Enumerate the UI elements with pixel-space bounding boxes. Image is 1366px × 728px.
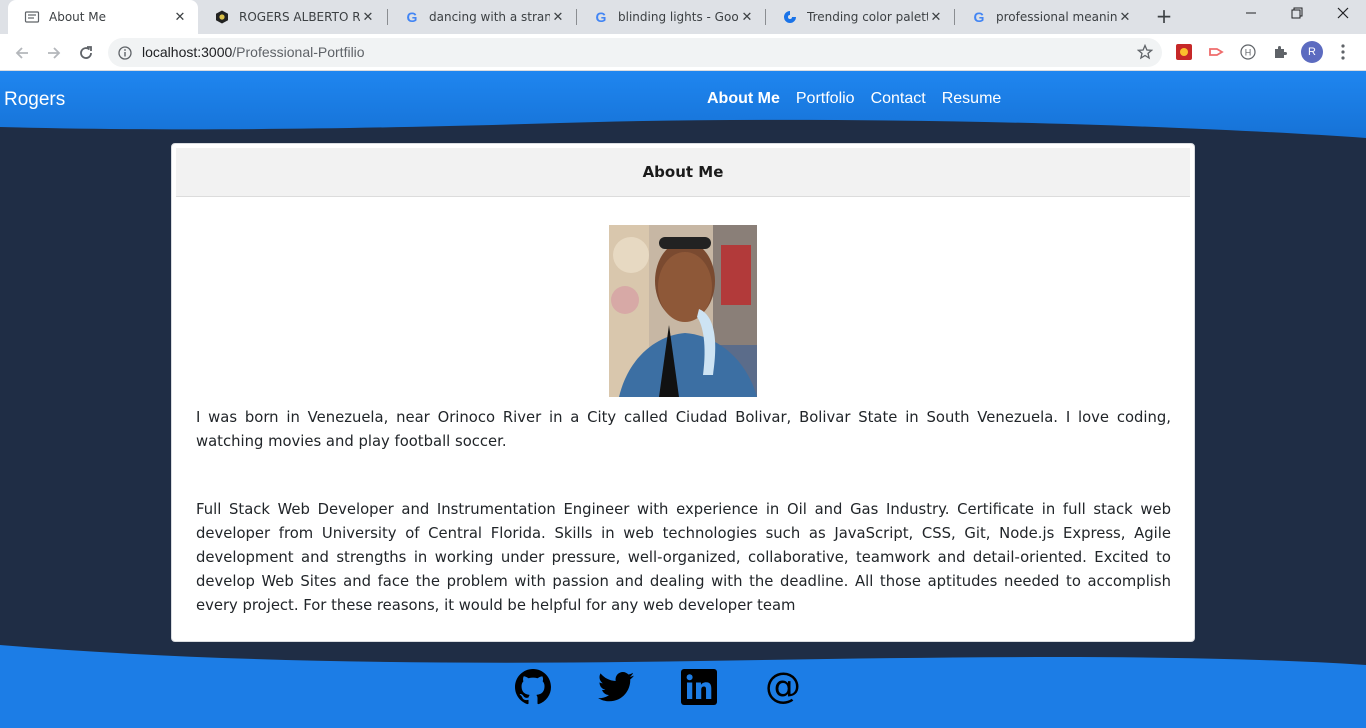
palette-icon [782, 9, 798, 25]
nav-resume[interactable]: Resume [942, 90, 1002, 108]
close-tab-icon[interactable]: ✕ [550, 10, 566, 25]
close-tab-icon[interactable]: ✕ [1117, 10, 1133, 25]
tab-dancing[interactable]: G dancing with a stranger ✕ [388, 0, 576, 34]
header-wave-background [0, 71, 1366, 138]
puzzle-extensions-icon[interactable] [1271, 43, 1289, 61]
tab-title: professional meaning - [996, 10, 1117, 24]
google-icon: G [971, 9, 987, 25]
tab-blinding-lights[interactable]: G blinding lights - Google ✕ [577, 0, 765, 34]
linkedin-icon[interactable] [679, 667, 719, 707]
close-tab-icon[interactable]: ✕ [172, 10, 188, 25]
at-email-icon[interactable]: @ [763, 667, 803, 707]
menu-kebab-icon[interactable] [1336, 42, 1350, 62]
tab-professional-meaning[interactable]: G professional meaning - ✕ [955, 0, 1143, 34]
bookmark-star-icon[interactable] [1136, 43, 1154, 64]
extension-h-icon[interactable]: H [1239, 43, 1257, 61]
restore-button[interactable] [1274, 0, 1320, 32]
svg-text:G: G [974, 9, 985, 25]
reload-icon [80, 46, 92, 59]
tab-title: About Me [49, 10, 107, 24]
tab-color-palettes[interactable]: Trending color palettes ✕ [766, 0, 954, 34]
profile-photo [609, 225, 757, 397]
url-path: /Professional-Portfilio [232, 44, 365, 60]
url-host: localhost:3000 [142, 44, 233, 60]
extension-arrow-icon[interactable] [1207, 43, 1225, 61]
nav-about-me[interactable]: About Me [707, 90, 780, 108]
svg-text:G: G [596, 9, 607, 25]
tab-title: ROGERS ALBERTO RAM [239, 10, 360, 24]
arrow-left-icon [15, 47, 28, 59]
minimize-button[interactable] [1228, 0, 1274, 32]
tab-about-me[interactable]: About Me ✕ [8, 0, 198, 34]
svg-text:G: G [407, 9, 418, 25]
site-nav: About Me Portfolio Contact Resume [707, 90, 1001, 108]
github-icon[interactable] [513, 667, 553, 707]
nav-contact[interactable]: Contact [871, 90, 926, 108]
close-tab-icon[interactable]: ✕ [928, 10, 944, 25]
bio-paragraph: I was born in Venezuela, near Orinoco Ri… [196, 409, 1171, 450]
about-card: About Me I was born in Venezuela, near O… [171, 143, 1195, 642]
forward-button[interactable] [41, 40, 67, 66]
tab-title: blinding lights - Google [618, 10, 739, 24]
tab-rogers[interactable]: ROGERS ALBERTO RAM ✕ [198, 0, 386, 34]
browser-toolbar: localhost:3000/Professional-Portfilio H … [0, 34, 1366, 71]
profile-paragraph: Full Stack Web Developer and Instrumenta… [196, 501, 1171, 614]
arrow-right-icon [48, 47, 61, 59]
page-viewport: Rogers About Me Portfolio Contact Resume… [0, 71, 1366, 728]
google-icon: G [593, 9, 609, 25]
reload-button[interactable] [73, 40, 99, 66]
close-tab-icon[interactable]: ✕ [360, 10, 376, 25]
close-tab-icon[interactable]: ✕ [739, 10, 755, 25]
twitter-icon[interactable] [596, 667, 636, 707]
extension-red-icon[interactable] [1175, 43, 1193, 61]
tab-title: dancing with a stranger [429, 10, 550, 24]
hex-icon [214, 9, 230, 25]
tab-title: Trending color palettes [807, 10, 928, 24]
close-window-button[interactable] [1320, 0, 1366, 32]
card-title: About Me [176, 148, 1190, 197]
url-text[interactable]: localhost:3000/Professional-Portfilio [142, 44, 365, 60]
new-tab-button[interactable]: + [1153, 6, 1175, 28]
nav-portfolio[interactable]: Portfolio [796, 90, 855, 108]
site-brand[interactable]: Rogers [4, 89, 65, 111]
back-button[interactable] [9, 40, 35, 66]
page-icon [24, 9, 40, 25]
svg-text:H: H [1245, 48, 1252, 58]
profile-avatar[interactable]: R [1301, 41, 1323, 63]
info-icon[interactable] [118, 45, 132, 64]
address-bar[interactable]: localhost:3000/Professional-Portfilio [108, 38, 1162, 67]
browser-tabstrip: About Me ✕ ROGERS ALBERTO RAM ✕ G dancin… [0, 0, 1366, 34]
google-icon: G [404, 9, 420, 25]
